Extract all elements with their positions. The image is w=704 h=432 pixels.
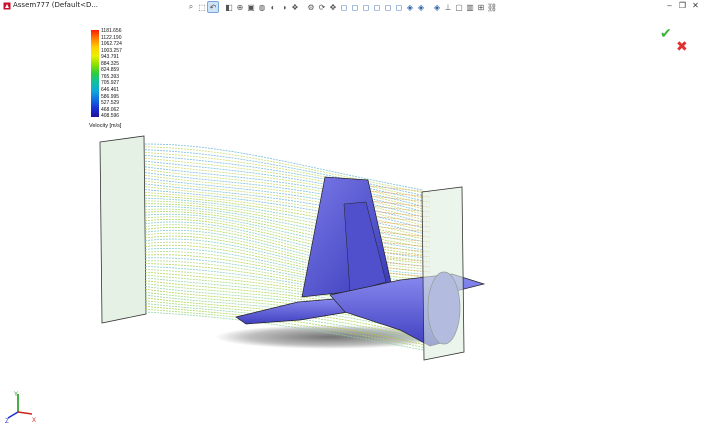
two-view-icon[interactable]: ▥ bbox=[465, 2, 475, 12]
isometric-view-icon[interactable]: ◈ bbox=[405, 2, 415, 12]
rotate-icon[interactable]: ⟳ bbox=[317, 2, 327, 12]
normal-to-icon[interactable]: ⊥ bbox=[443, 2, 453, 12]
streamline bbox=[144, 155, 424, 202]
right-view-icon[interactable]: ◻ bbox=[372, 2, 382, 12]
solidworks-app-icon bbox=[3, 2, 11, 10]
confirm-check-icon[interactable]: ✔ bbox=[660, 25, 672, 42]
streamline bbox=[144, 160, 424, 207]
dimetric-view-icon[interactable]: ◈ bbox=[432, 2, 442, 12]
toolbar-separator bbox=[219, 2, 223, 12]
pan-icon[interactable]: ✥ bbox=[328, 2, 338, 12]
cancel-x-icon[interactable]: ✖ bbox=[676, 38, 688, 55]
reference-triad: Y X Z bbox=[5, 392, 36, 424]
streamline bbox=[144, 143, 424, 191]
legend-tick-label: 586.995 bbox=[101, 93, 120, 100]
triad-x-label: X bbox=[32, 418, 36, 424]
front-view-icon[interactable]: ◻ bbox=[339, 2, 349, 12]
window-controls: – ❐ ✕ bbox=[665, 1, 700, 10]
outlet-plane[interactable] bbox=[421, 186, 465, 361]
streamline bbox=[144, 192, 424, 237]
legend-tick-label: 1003.257 bbox=[101, 47, 122, 54]
legend-tick-label: 705.927 bbox=[101, 80, 120, 87]
legend-tick-label: 1062.724 bbox=[101, 41, 122, 48]
streamline bbox=[144, 146, 424, 194]
hide-show-icon[interactable]: ◐ bbox=[268, 2, 278, 12]
zoom-area-icon[interactable]: ⬚ bbox=[197, 2, 207, 12]
legend-label: Velocity [m/s] bbox=[89, 123, 122, 129]
top-view-icon[interactable]: ◻ bbox=[383, 2, 393, 12]
streamline bbox=[144, 180, 424, 226]
scene-icon[interactable]: ❖ bbox=[290, 2, 300, 12]
streamline bbox=[144, 152, 424, 199]
inlet-plane[interactable] bbox=[99, 135, 147, 324]
streamline bbox=[144, 166, 424, 213]
graphics-viewport[interactable]: 1181.656 1122.190 1062.724 1003.257 943.791 8… bbox=[0, 12, 704, 427]
window-title: Assem777 (Default<D... bbox=[13, 1, 99, 9]
streamline bbox=[144, 177, 424, 223]
previous-view-icon[interactable]: ↶ bbox=[207, 1, 219, 13]
left-view-icon[interactable]: ◻ bbox=[361, 2, 371, 12]
single-view-icon[interactable]: ▢ bbox=[454, 2, 464, 12]
view-settings-icon[interactable]: ⚙ bbox=[306, 2, 316, 12]
minimize-button[interactable]: – bbox=[665, 1, 674, 10]
back-view-icon[interactable]: ◻ bbox=[350, 2, 360, 12]
four-view-icon[interactable]: ⊞ bbox=[476, 2, 486, 12]
view-orientation-icon[interactable]: ▣ bbox=[246, 2, 256, 12]
legend-tick-label: 824.859 bbox=[101, 67, 120, 74]
velocity-legend[interactable]: 1181.656 1122.190 1062.724 1003.257 943.791 8… bbox=[88, 28, 158, 134]
legend-tick-label: 765.393 bbox=[101, 73, 120, 80]
legend-tick-label: 1122.190 bbox=[101, 34, 122, 41]
section-view-icon[interactable]: ◧ bbox=[224, 2, 234, 12]
legend-tick-label: 646.461 bbox=[101, 86, 120, 93]
streamline bbox=[144, 174, 424, 221]
appearance-icon[interactable]: ◑ bbox=[279, 2, 289, 12]
link-views-icon[interactable]: ⛓ bbox=[487, 2, 497, 12]
legend-color-bar bbox=[91, 30, 99, 117]
legend-tick-label: 884.325 bbox=[101, 60, 120, 67]
trimetric-view-icon[interactable]: ◈ bbox=[416, 2, 426, 12]
close-button[interactable]: ✕ bbox=[691, 1, 700, 10]
streamline bbox=[144, 149, 424, 196]
triad-z-axis bbox=[7, 411, 19, 419]
zoom-fit-icon[interactable]: ⌕ bbox=[186, 2, 196, 12]
toolbar-separator bbox=[427, 2, 431, 12]
triad-z-label: Z bbox=[5, 419, 9, 424]
triad-x-axis bbox=[17, 411, 33, 415]
legend-tick-label: 468.062 bbox=[101, 106, 120, 113]
bottom-view-icon[interactable]: ◻ bbox=[394, 2, 404, 12]
legend-tick-label: 1181.656 bbox=[101, 28, 122, 34]
legend-tick-label: 943.791 bbox=[101, 54, 120, 61]
legend-tick-label: 408.596 bbox=[101, 113, 120, 120]
streamline bbox=[144, 172, 424, 218]
display-style-icon[interactable]: ◍ bbox=[257, 2, 267, 12]
restore-button[interactable]: ❐ bbox=[678, 1, 687, 10]
toolbar-separator bbox=[301, 2, 305, 12]
triad-y-label: Y bbox=[14, 392, 18, 398]
legend-tick-label: 527.529 bbox=[101, 100, 120, 107]
dynamic-annotation-icon[interactable]: ⊕ bbox=[235, 2, 245, 12]
